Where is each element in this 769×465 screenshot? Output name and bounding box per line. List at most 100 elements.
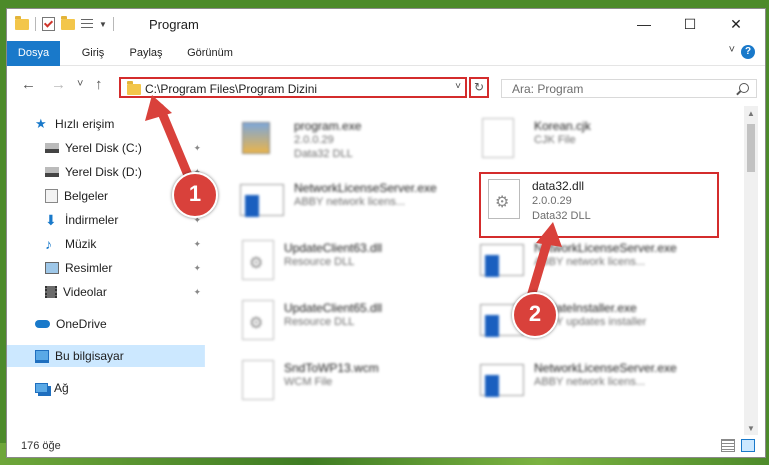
app-icon	[480, 364, 524, 397]
scroll-up-icon[interactable]: ▲	[747, 109, 755, 118]
sidebar-item-music[interactable]: ♪ Müzik ✦	[7, 233, 205, 255]
scroll-down-icon[interactable]: ▼	[747, 424, 755, 433]
pin-icon[interactable]: ✦	[193, 287, 201, 298]
sidebar-item-network[interactable]: Ağ	[7, 377, 205, 399]
file-icon	[242, 360, 274, 400]
list-item[interactable]: UpdateInstaller.exe ABBY updates install…	[454, 296, 684, 348]
new-folder-icon[interactable]	[61, 15, 75, 30]
list-item[interactable]: SndToWP13.wcm WCM File	[214, 356, 444, 408]
large-icons-view-icon[interactable]	[741, 439, 755, 452]
maximize-button[interactable]: ☐	[667, 9, 713, 39]
close-button[interactable]: ✕	[713, 9, 759, 39]
navigation-pane: ★ Hızlı erişim Yerel Disk (C:) ✦ Yerel D…	[7, 106, 205, 436]
address-dropdown-icon[interactable]: ˅	[455, 81, 461, 92]
customize-dropdown-icon[interactable]: ▼	[99, 20, 107, 29]
minimize-button[interactable]: —	[621, 9, 667, 39]
search-icon	[739, 83, 749, 93]
app-icon	[480, 244, 524, 277]
sidebar-item-label: Belgeler	[64, 189, 109, 203]
drive-icon	[45, 167, 59, 177]
sidebar-item-this-pc[interactable]: Bu bilgisayar	[7, 345, 205, 367]
sidebar-item-label: Hızlı erişim	[55, 117, 115, 131]
up-button[interactable]: ↑	[95, 76, 103, 93]
status-bar: 176 öğe	[7, 435, 765, 457]
step-1-badge: 1	[172, 172, 218, 218]
sidebar-item-onedrive[interactable]: OneDrive	[7, 313, 205, 335]
details-view-icon[interactable]	[721, 439, 735, 452]
sidebar-item-label: Videolar	[63, 285, 107, 299]
list-item[interactable]: UpdateClient63.dll Resource DLL	[214, 236, 444, 288]
list-item[interactable]: NetworkLicenseServer.exe ABBY network li…	[214, 176, 444, 228]
file-detail: CJK File	[534, 134, 576, 146]
list-item[interactable]: program.exe 2.0.0.29 Data32 DLL	[214, 114, 444, 166]
file-detail: Resource DLL	[284, 316, 355, 328]
list-item[interactable]: NetworkLicenseServer.exe ABBY network li…	[454, 236, 684, 288]
sidebar-item-videos[interactable]: Videolar ✦	[7, 281, 205, 303]
drive-icon	[45, 143, 59, 153]
file-detail: WCM File	[284, 376, 333, 388]
pin-icon[interactable]: ✦	[193, 239, 201, 250]
file-list: program.exe 2.0.0.29 Data32 DLL Korean.c…	[206, 106, 742, 436]
highlight-box	[479, 172, 719, 238]
list-item[interactable]: Korean.cjk CJK File	[454, 114, 684, 166]
sidebar-item-quick-access[interactable]: ★ Hızlı erişim	[7, 113, 205, 135]
sidebar-item-label: Bu bilgisayar	[55, 349, 124, 363]
list-item[interactable]: NetworkLicenseServer.exe ABBY network li…	[454, 356, 684, 408]
video-icon	[45, 286, 57, 298]
explorer-window: ▼ Program — ☐ ✕ Dosya Giriş Paylaş Görün…	[6, 8, 766, 458]
file-detail: 2.0.0.29	[294, 134, 334, 146]
list-item[interactable]: UpdateClient65.dll Resource DLL	[214, 296, 444, 348]
sidebar-item-label: Müzik	[65, 237, 97, 251]
file-name: NetworkLicenseServer.exe	[294, 181, 437, 195]
file-name: SndToWP13.wcm	[284, 361, 379, 375]
pictures-icon	[45, 262, 59, 274]
navigation-bar: ← → ˅ ↑ C:\Program Files\Program Dizini …	[7, 66, 765, 106]
sidebar-item-label: OneDrive	[56, 317, 107, 331]
address-path[interactable]: C:\Program Files\Program Dizini	[145, 82, 317, 96]
vertical-scrollbar[interactable]: ▲ ▼	[744, 106, 758, 436]
recent-locations-button[interactable]: ˅	[77, 78, 83, 90]
sidebar-item-label: Yerel Disk (C:)	[65, 141, 142, 155]
search-input[interactable]: Ara: Program	[512, 82, 583, 96]
help-icon[interactable]: ?	[741, 45, 755, 59]
download-icon: ⬇	[45, 212, 57, 228]
dll-icon	[242, 240, 274, 280]
pin-icon[interactable]: ✦	[193, 143, 201, 154]
title-bar: ▼ Program — ☐ ✕	[7, 9, 765, 41]
sidebar-item-label: Yerel Disk (D:)	[65, 165, 142, 179]
expand-ribbon-icon[interactable]: ˅	[729, 44, 735, 56]
sidebar-item-label: Resimler	[65, 261, 113, 275]
sidebar-item-local-disk-d[interactable]: Yerel Disk (D:) ✦	[7, 161, 205, 183]
file-name: UpdateClient63.dll	[284, 241, 383, 255]
step-2-badge: 2	[512, 292, 558, 338]
file-detail: ABBY network licens...	[294, 196, 406, 208]
network-icon	[35, 383, 48, 393]
refresh-button[interactable]: ↻	[469, 77, 489, 98]
star-icon: ★	[35, 116, 47, 131]
file-name: UpdateClient65.dll	[284, 301, 383, 315]
address-bar[interactable]: C:\Program Files\Program Dizini ˅	[119, 77, 467, 98]
scrollbar-thumb[interactable]	[747, 124, 755, 172]
music-icon: ♪	[45, 236, 52, 252]
dll-icon	[242, 300, 274, 340]
search-box[interactable]: Ara: Program	[501, 79, 757, 98]
file-detail: Data32 DLL	[294, 148, 353, 160]
divider	[112, 17, 114, 31]
tab-home[interactable]: Giriş	[73, 41, 113, 65]
back-button[interactable]: ←	[21, 76, 36, 93]
tab-view[interactable]: Görünüm	[181, 41, 239, 65]
sidebar-item-pictures[interactable]: Resimler ✦	[7, 257, 205, 279]
properties-icon[interactable]	[81, 18, 93, 30]
sidebar-item-local-disk-c[interactable]: Yerel Disk (C:) ✦	[7, 137, 205, 159]
file-icon	[482, 118, 514, 158]
ribbon: Dosya Giriş Paylaş Görünüm ˅ ?	[7, 41, 765, 93]
window-title: Program	[149, 17, 199, 32]
cloud-icon	[35, 320, 50, 328]
properties-check-icon[interactable]	[42, 17, 55, 31]
pin-icon[interactable]: ✦	[193, 263, 201, 274]
item-count: 176 öğe	[21, 440, 61, 452]
tab-share[interactable]: Paylaş	[123, 41, 169, 65]
forward-button[interactable]: →	[51, 76, 66, 93]
sidebar-item-downloads[interactable]: ⬇ İndirmeler ✦	[7, 209, 205, 231]
computer-icon	[35, 349, 49, 363]
